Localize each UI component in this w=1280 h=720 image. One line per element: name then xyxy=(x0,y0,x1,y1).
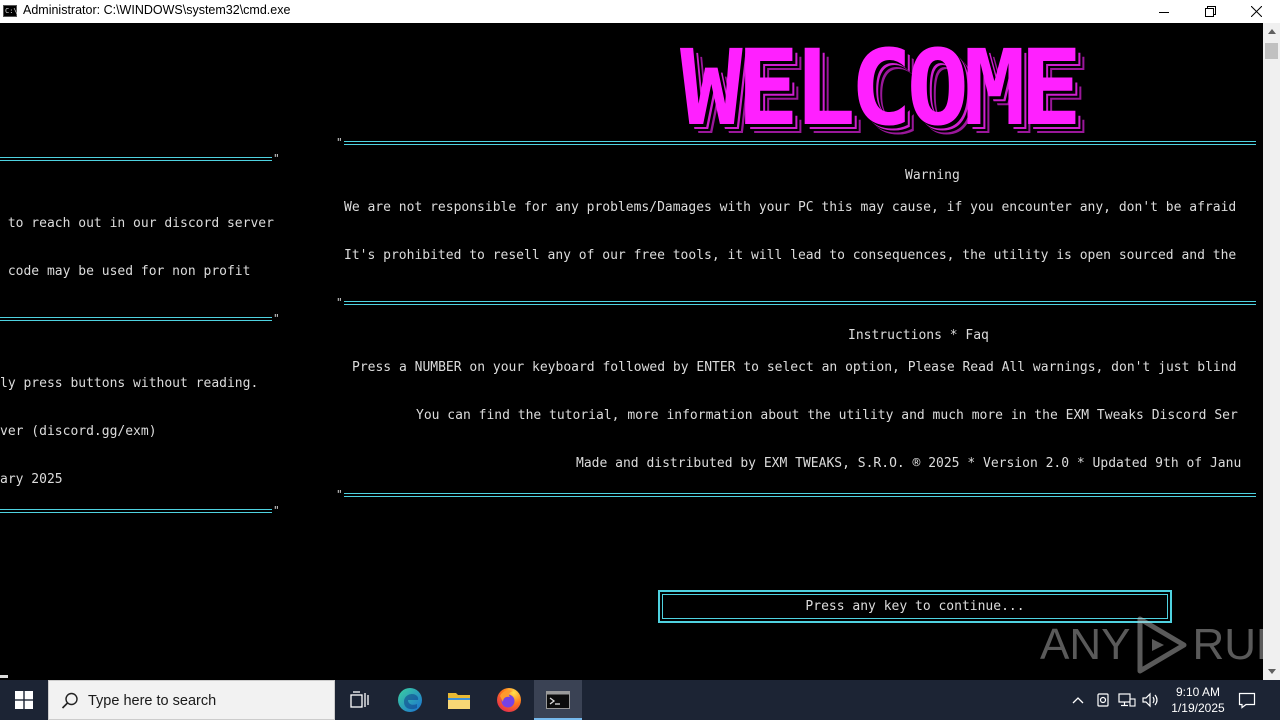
console-line: ver (discord.gg/exm) xyxy=(0,424,157,439)
console-line: ly press buttons without reading. xyxy=(0,376,259,391)
separator-line xyxy=(0,317,272,321)
clock-date: 1/19/2025 xyxy=(1171,701,1225,715)
restore-icon xyxy=(1204,6,1216,17)
warning-title: Warning xyxy=(905,168,960,183)
separator-tick: " xyxy=(273,504,280,517)
task-view-button[interactable] xyxy=(336,680,384,720)
close-button[interactable] xyxy=(1233,0,1279,23)
start-button[interactable] xyxy=(0,680,48,720)
chevron-down-icon xyxy=(1267,669,1276,674)
window-title: Administrator: C:\WINDOWS\system32\cmd.e… xyxy=(23,3,291,17)
network-icon xyxy=(1118,693,1136,707)
minimize-icon xyxy=(1159,11,1169,13)
task-view-icon xyxy=(350,691,369,708)
welcome-banner: WELCOME xyxy=(680,27,1082,149)
file-explorer-icon xyxy=(448,693,470,709)
continue-prompt-text: Press any key to continue... xyxy=(805,599,1025,614)
play-logo-icon xyxy=(1137,616,1187,674)
anyrun-watermark: ANY RUN xyxy=(1040,615,1263,675)
close-icon xyxy=(1250,6,1262,17)
scroll-up-button[interactable] xyxy=(1263,23,1280,40)
clock-time: 9:10 AM xyxy=(1175,685,1221,699)
search-placeholder: Type here to search xyxy=(88,693,217,709)
console-line: code may be used for non profit xyxy=(0,264,251,279)
instructions-line: You can find the tutorial, more informat… xyxy=(416,408,1238,423)
instructions-line: Press a NUMBER on your keyboard followed… xyxy=(352,360,1237,375)
separator-tick: " xyxy=(336,296,343,309)
watermark-left-text: ANY xyxy=(1040,620,1131,669)
separator-tick: " xyxy=(336,136,343,149)
edge-icon xyxy=(398,688,422,712)
chevron-up-icon xyxy=(1267,29,1276,34)
taskbar: Type here to search 9:10 AM 1/19/2025 xyxy=(0,680,1280,720)
separator-line xyxy=(344,493,1256,497)
restore-button[interactable] xyxy=(1187,0,1233,23)
watermark-right-text: RUN xyxy=(1192,620,1263,669)
console-line: to reach out in our discord server xyxy=(0,216,274,231)
separator-tick: " xyxy=(273,312,280,325)
instructions-title: Instructions * Faq xyxy=(848,328,989,343)
device-icon xyxy=(1097,693,1109,707)
cmd-app-icon[interactable]: C:\ xyxy=(3,5,18,17)
notification-icon xyxy=(1238,692,1256,709)
firefox-taskbar-button[interactable] xyxy=(485,680,533,720)
firefox-icon xyxy=(497,688,521,712)
separator-line xyxy=(344,301,1256,305)
cmd-app-icon-text: C:\ xyxy=(5,7,18,15)
warning-line: It's prohibited to resell any of our fre… xyxy=(344,248,1237,263)
cmd-taskbar-button[interactable] xyxy=(534,680,582,720)
tray-device-button[interactable] xyxy=(1092,680,1114,720)
separator-tick: " xyxy=(336,488,343,501)
windows-logo-icon xyxy=(15,691,33,709)
tray-volume-button[interactable] xyxy=(1140,680,1162,720)
instructions-line: Made and distributed by EXM TWEAKS, S.R.… xyxy=(576,456,1242,471)
text-cursor xyxy=(0,675,8,678)
file-explorer-taskbar-button[interactable] xyxy=(435,680,483,720)
show-hidden-icons-button[interactable] xyxy=(1068,680,1088,720)
notification-center-button[interactable] xyxy=(1236,680,1258,720)
edge-taskbar-button[interactable] xyxy=(386,680,434,720)
separator-tick: " xyxy=(273,152,280,165)
tray-network-button[interactable] xyxy=(1116,680,1138,720)
search-icon xyxy=(61,692,78,709)
console-output[interactable]: WELCOME " " " " " " to reach out in our … xyxy=(0,23,1263,680)
taskbar-clock[interactable]: 9:10 AM 1/19/2025 xyxy=(1160,684,1236,716)
separator-line xyxy=(0,509,272,513)
taskbar-search-box[interactable]: Type here to search xyxy=(48,680,335,720)
scrollbar-thumb[interactable] xyxy=(1265,43,1278,59)
vertical-scrollbar[interactable] xyxy=(1263,23,1280,680)
cmd-icon xyxy=(546,691,570,709)
separator-line xyxy=(0,157,272,161)
console-line: ary 2025 xyxy=(0,472,63,487)
separator-line xyxy=(344,141,1256,145)
volume-icon xyxy=(1142,692,1158,708)
window-title-bar[interactable]: C:\ Administrator: C:\WINDOWS\system32\c… xyxy=(0,0,1280,24)
chevron-up-icon xyxy=(1072,697,1084,704)
minimize-button[interactable] xyxy=(1141,0,1187,23)
warning-line: We are not responsible for any problems/… xyxy=(344,200,1237,215)
scroll-down-button[interactable] xyxy=(1263,663,1280,680)
